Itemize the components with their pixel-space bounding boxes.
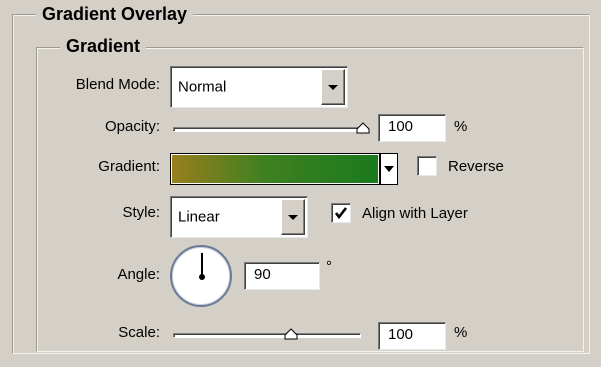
blend-mode-label: Blend Mode: bbox=[75, 76, 160, 93]
chevron-down-icon[interactable] bbox=[281, 199, 305, 235]
style-select[interactable]: Linear bbox=[170, 196, 308, 238]
scale-slider-thumb-icon[interactable] bbox=[284, 328, 298, 340]
gradient-dropdown-button[interactable] bbox=[380, 153, 398, 185]
angle-input[interactable]: 90 bbox=[244, 262, 320, 290]
group-title: Gradient bbox=[60, 36, 147, 57]
opacity-slider-thumb-icon[interactable] bbox=[356, 122, 370, 134]
scale-input[interactable]: 100 bbox=[378, 322, 446, 350]
blend-mode-select[interactable]: Normal bbox=[170, 66, 348, 108]
opacity-label: Opacity: bbox=[104, 118, 160, 135]
blend-mode-value: Normal bbox=[178, 78, 227, 96]
reverse-checkbox[interactable] bbox=[417, 156, 437, 176]
reverse-label: Reverse bbox=[448, 158, 504, 175]
opacity-input[interactable]: 100 bbox=[378, 114, 446, 142]
scale-slider-track[interactable] bbox=[173, 333, 361, 338]
align-with-layer-checkbox[interactable] bbox=[331, 203, 351, 223]
scale-label: Scale: bbox=[118, 324, 160, 341]
style-value: Linear bbox=[178, 208, 220, 226]
angle-hub bbox=[199, 274, 205, 280]
chevron-down-icon[interactable] bbox=[321, 69, 345, 105]
gradient-label: Gradient: bbox=[98, 158, 160, 175]
dropdown-arrow-icon bbox=[384, 166, 394, 172]
gradient-preview-swatch[interactable] bbox=[170, 153, 380, 185]
panel-title: Gradient Overlay bbox=[36, 4, 194, 25]
checkmark-icon bbox=[334, 207, 348, 220]
align-with-layer-label: Align with Layer bbox=[362, 205, 468, 222]
angle-label: Angle: bbox=[117, 266, 160, 283]
opacity-slider-track[interactable] bbox=[173, 127, 369, 132]
style-label: Style: bbox=[122, 204, 160, 221]
angle-unit: ° bbox=[326, 258, 332, 275]
angle-dial-icon[interactable] bbox=[170, 245, 232, 307]
opacity-unit: % bbox=[454, 118, 468, 135]
scale-unit: % bbox=[454, 324, 468, 341]
